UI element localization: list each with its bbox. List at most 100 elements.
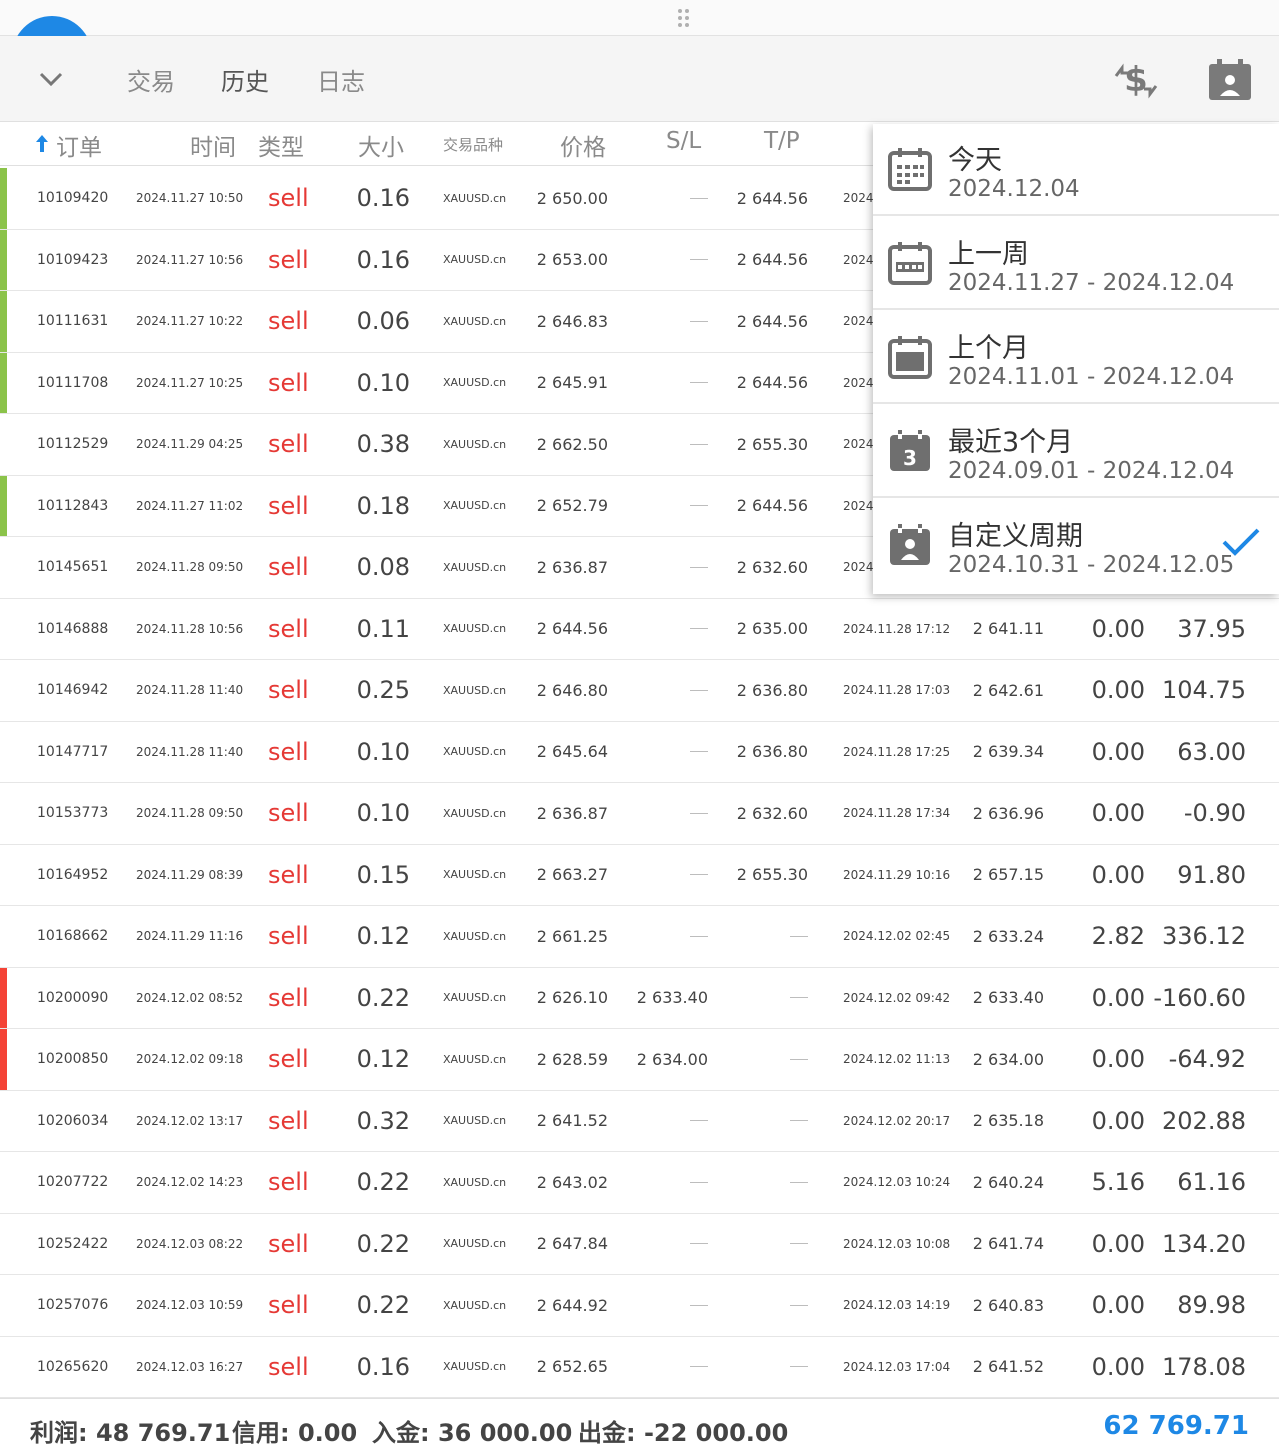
header-price[interactable]: 价格 — [560, 128, 606, 162]
cell-close-time: 2024 — [843, 375, 874, 390]
cell-lot-size: 0.10 — [356, 799, 410, 828]
cell-order-id: 10147717 — [37, 743, 109, 760]
cell-swap: 0.00 — [1091, 676, 1145, 705]
cell-lot-size: 0.22 — [356, 1291, 410, 1320]
cell-stop-loss: 2 633.40 — [636, 988, 708, 1008]
cell-lot-size: 0.32 — [356, 1106, 410, 1135]
cell-trade-type: sell — [268, 430, 309, 459]
cell-symbol: XAUUSD.cn — [443, 1298, 507, 1312]
cell-open-time: 2024.12.03 10:59 — [136, 1298, 244, 1313]
cell-take-profit — [720, 1091, 808, 1152]
cell-symbol: XAUUSD.cn — [443, 929, 507, 943]
header-order[interactable]: 订单 — [56, 128, 102, 162]
cell-close-price: 2 639.34 — [972, 742, 1044, 762]
cell-symbol: XAUUSD.cn — [443, 314, 507, 328]
cell-close-time: 2024 — [843, 191, 874, 206]
table-row[interactable]: 10200850 2024.12.02 09:18 sell 0.12 XAUUSD.c… — [0, 1029, 1279, 1091]
status-bar — [0, 352, 7, 413]
empty-dash — [690, 505, 708, 507]
cell-open-time: 2024.11.27 10:25 — [136, 375, 244, 390]
period-item-custom[interactable]: 自定义周期 2024.10.31 - 2024.12.05 — [873, 500, 1279, 592]
table-row[interactable]: 10164952 2024.11.29 08:39 sell 0.15 XAUUSD.c… — [0, 844, 1279, 906]
cell-open-time: 2024.11.27 10:56 — [136, 252, 244, 267]
currency-exchange-icon[interactable]: $ — [1112, 58, 1160, 102]
table-row[interactable]: 10153773 2024.11.28 09:50 sell 0.10 XAUUSD.c… — [0, 783, 1279, 845]
cell-swap: 5.16 — [1091, 1168, 1145, 1197]
cell-close-price: 2 636.96 — [972, 803, 1044, 823]
drag-handle-icon[interactable] — [677, 8, 691, 28]
table-row[interactable]: 10206034 2024.12.02 13:17 sell 0.32 XAUUSD.c… — [0, 1090, 1279, 1152]
table-row[interactable]: 10207722 2024.12.02 14:23 sell 0.22 XAUUSD.c… — [0, 1152, 1279, 1214]
cell-close-time: 2024.12.02 11:13 — [843, 1052, 951, 1067]
status-bar — [0, 168, 7, 229]
header-tp[interactable]: T/P — [764, 128, 800, 154]
table-row[interactable]: 10147717 2024.11.28 11:40 sell 0.10 XAUUSD.c… — [0, 721, 1279, 783]
table-row[interactable]: 10146888 2024.11.28 10:56 sell 0.11 XAUUSD.c… — [0, 598, 1279, 660]
cell-take-profit — [720, 1214, 808, 1275]
period-item-last-3-months[interactable]: 3 最近3个月 2024.09.01 - 2024.12.04 — [873, 406, 1279, 498]
cell-stop-loss — [620, 906, 708, 967]
period-item-last-month[interactable]: 上个月 2024.11.01 - 2024.12.04 — [873, 312, 1279, 404]
header-time[interactable]: 时间 — [190, 128, 236, 162]
cell-open-time: 2024.11.27 11:02 — [136, 498, 244, 513]
calendar-user-icon[interactable] — [1206, 58, 1254, 102]
cell-stop-loss — [620, 845, 708, 906]
period-item-today[interactable]: 今天 2024.12.04 — [873, 124, 1279, 216]
cell-open-price: 2 626.10 — [536, 988, 608, 1008]
empty-dash — [790, 935, 808, 937]
table-row[interactable]: 10146942 2024.11.28 11:40 sell 0.25 XAUUSD.c… — [0, 660, 1279, 722]
cell-symbol: XAUUSD.cn — [443, 1175, 507, 1189]
tab-trade[interactable]: 交易 — [127, 62, 175, 97]
cell-lot-size: 0.25 — [356, 676, 410, 705]
calendar-month-icon — [888, 336, 932, 379]
table-row[interactable]: 10257076 2024.12.03 10:59 sell 0.22 XAUUSD.c… — [0, 1275, 1279, 1337]
table-row[interactable]: 10200090 2024.12.02 08:52 sell 0.22 XAUUSD.c… — [0, 967, 1279, 1029]
cell-open-price: 2 652.65 — [536, 1357, 608, 1377]
cell-open-time: 2024.12.02 08:52 — [136, 990, 244, 1005]
cell-close-time: 2024.12.03 14:19 — [843, 1298, 951, 1313]
cell-take-profit: 2 644.56 — [736, 373, 808, 393]
cell-open-price: 2 644.56 — [536, 619, 608, 639]
cell-open-price: 2 636.87 — [536, 557, 608, 577]
cell-stop-loss — [620, 230, 708, 291]
cell-profit: 89.98 — [1177, 1291, 1246, 1320]
header-sl[interactable]: S/L — [666, 128, 701, 154]
header-type[interactable]: 类型 — [258, 128, 304, 162]
empty-dash — [690, 689, 708, 691]
cell-close-price: 2 635.18 — [972, 1111, 1044, 1131]
cell-profit: 336.12 — [1162, 922, 1246, 951]
tab-journal[interactable]: 日志 — [317, 62, 365, 97]
cell-swap: 0.00 — [1091, 799, 1145, 828]
table-row[interactable]: 10252422 2024.12.03 08:22 sell 0.22 XAUUSD.c… — [0, 1213, 1279, 1275]
chevron-down-icon[interactable] — [36, 64, 66, 94]
cell-stop-loss — [620, 353, 708, 414]
cell-close-price: 2 641.52 — [972, 1357, 1044, 1377]
cell-symbol: XAUUSD.cn — [443, 745, 507, 759]
sort-ascending-icon[interactable] — [34, 132, 50, 154]
cell-open-time: 2024.11.29 11:16 — [136, 929, 244, 944]
tab-history[interactable]: 历史 — [221, 62, 269, 97]
cell-symbol: XAUUSD.cn — [443, 1114, 507, 1128]
cell-trade-type: sell — [268, 1229, 309, 1258]
period-item-last-week[interactable]: 上一周 2024.11.27 - 2024.12.04 — [873, 218, 1279, 310]
cell-trade-type: sell — [268, 799, 309, 828]
cell-close-time: 2024.11.28 17:12 — [843, 621, 951, 636]
calendar-custom-icon — [890, 524, 930, 565]
cell-lot-size: 0.08 — [356, 553, 410, 582]
cell-swap: 0.00 — [1091, 860, 1145, 889]
cell-lot-size: 0.06 — [356, 307, 410, 336]
header-size[interactable]: 大小 — [358, 128, 404, 162]
cell-take-profit: 2 632.60 — [736, 557, 808, 577]
cell-open-time: 2024.11.29 04:25 — [136, 437, 244, 452]
table-row[interactable]: 10265620 2024.12.03 16:27 sell 0.16 XAUUSD.c… — [0, 1336, 1279, 1398]
cell-take-profit: 2 644.56 — [736, 188, 808, 208]
cell-close-price: 2 641.74 — [972, 1234, 1044, 1254]
cell-stop-loss — [620, 1337, 708, 1398]
header-symbol[interactable]: 交易品种 — [443, 134, 503, 155]
empty-dash — [690, 1366, 708, 1368]
cell-close-time: 2024.12.02 09:42 — [843, 990, 951, 1005]
cell-order-id: 10109423 — [37, 251, 109, 268]
table-row[interactable]: 10168662 2024.11.29 11:16 sell 0.12 XAUUSD.c… — [0, 906, 1279, 968]
cell-symbol: XAUUSD.cn — [443, 622, 507, 636]
cell-swap: 0.00 — [1091, 1229, 1145, 1258]
